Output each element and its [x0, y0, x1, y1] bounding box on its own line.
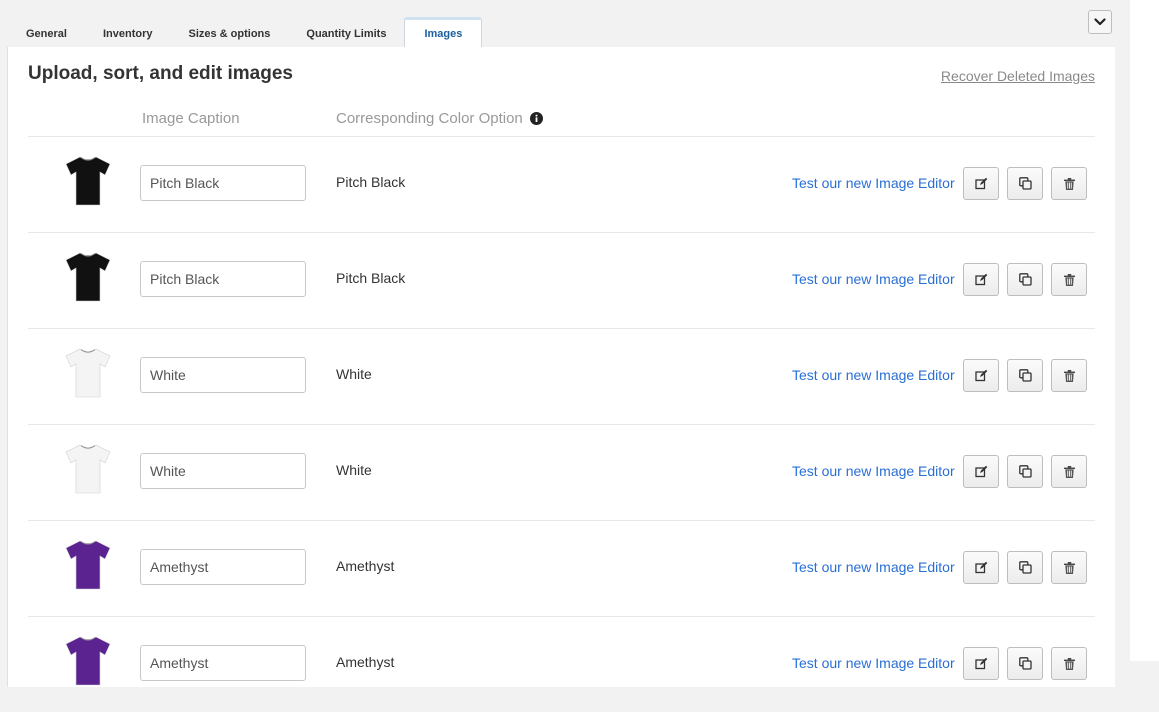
edit-image-button[interactable] — [963, 263, 999, 296]
image-caption-input[interactable] — [140, 165, 306, 201]
image-row: Pitch Black Test our new Image Editor — [28, 136, 1095, 232]
color-option-value: Amethyst — [336, 654, 395, 670]
duplicate-image-button[interactable] — [1007, 455, 1043, 488]
edit-icon — [974, 465, 987, 478]
edit-icon — [974, 657, 987, 670]
image-editor-link[interactable]: Test our new Image Editor — [792, 655, 955, 671]
image-editor-link[interactable]: Test our new Image Editor — [792, 271, 955, 287]
page-title: Upload, sort, and edit images — [28, 63, 293, 84]
color-option-value: White — [336, 366, 372, 382]
duplicate-image-button[interactable] — [1007, 263, 1043, 296]
tshirt-image[interactable] — [64, 441, 112, 497]
duplicate-image-button[interactable] — [1007, 167, 1043, 200]
tab-quantity-limits[interactable]: Quantity Limits — [288, 19, 404, 47]
image-caption-input[interactable] — [140, 645, 306, 681]
edit-image-button[interactable] — [963, 359, 999, 392]
edit-icon — [974, 273, 987, 286]
image-row: Amethyst Test our new Image Editor — [28, 520, 1095, 616]
collapse-button[interactable] — [1088, 10, 1112, 34]
edit-icon — [974, 177, 987, 190]
image-row: Amethyst Test our new Image Editor — [28, 616, 1095, 712]
trash-icon — [1063, 273, 1075, 286]
delete-image-button[interactable] — [1051, 551, 1087, 584]
tshirt-image[interactable] — [64, 537, 112, 593]
image-editor-link[interactable]: Test our new Image Editor — [792, 367, 955, 383]
trash-icon — [1063, 177, 1075, 190]
tab-images[interactable]: Images — [404, 17, 483, 48]
duplicate-image-button[interactable] — [1007, 551, 1043, 584]
duplicate-image-button[interactable] — [1007, 359, 1043, 392]
tab-inventory[interactable]: Inventory — [85, 19, 171, 47]
edit-image-button[interactable] — [963, 647, 999, 680]
images-panel: Upload, sort, and edit images Recover De… — [7, 47, 1115, 687]
color-option-value: White — [336, 462, 372, 478]
tshirt-image[interactable] — [64, 249, 112, 305]
image-editor-link[interactable]: Test our new Image Editor — [792, 175, 955, 191]
tab-bar: General Inventory Sizes & options Quanti… — [8, 15, 483, 48]
color-option-value: Pitch Black — [336, 270, 406, 286]
chevron-down-icon — [1094, 18, 1106, 26]
column-header-caption: Image Caption — [142, 110, 240, 127]
tab-sizes-options[interactable]: Sizes & options — [170, 19, 288, 47]
trash-icon — [1063, 465, 1075, 478]
image-editor-link[interactable]: Test our new Image Editor — [792, 559, 955, 575]
delete-image-button[interactable] — [1051, 647, 1087, 680]
column-header-color-option: Corresponding Color Option — [336, 110, 543, 127]
image-row: Pitch Black Test our new Image Editor — [28, 232, 1095, 328]
copy-icon — [1018, 177, 1032, 190]
info-icon[interactable] — [529, 112, 543, 125]
image-caption-input[interactable] — [140, 453, 306, 489]
scrollbar-track[interactable] — [1130, 0, 1159, 661]
image-caption-input[interactable] — [140, 357, 306, 393]
delete-image-button[interactable] — [1051, 359, 1087, 392]
tshirt-image[interactable] — [64, 345, 112, 401]
trash-icon — [1063, 657, 1075, 670]
edit-image-button[interactable] — [963, 551, 999, 584]
trash-icon — [1063, 369, 1075, 382]
image-caption-input[interactable] — [140, 549, 306, 585]
color-option-value: Pitch Black — [336, 174, 406, 190]
image-list: Pitch Black Test our new Image Editor — [28, 136, 1095, 712]
color-option-value: Amethyst — [336, 558, 395, 574]
edit-image-button[interactable] — [963, 167, 999, 200]
column-header-color-option-label: Corresponding Color Option — [336, 110, 523, 127]
delete-image-button[interactable] — [1051, 455, 1087, 488]
copy-icon — [1018, 369, 1032, 382]
delete-image-button[interactable] — [1051, 263, 1087, 296]
trash-icon — [1063, 561, 1075, 574]
tab-general[interactable]: General — [8, 19, 85, 47]
tshirt-image[interactable] — [64, 153, 112, 209]
copy-icon — [1018, 465, 1032, 478]
edit-image-button[interactable] — [963, 455, 999, 488]
image-row: White Test our new Image Editor — [28, 328, 1095, 424]
tshirt-image[interactable] — [64, 633, 112, 689]
copy-icon — [1018, 657, 1032, 670]
delete-image-button[interactable] — [1051, 167, 1087, 200]
duplicate-image-button[interactable] — [1007, 647, 1043, 680]
copy-icon — [1018, 561, 1032, 574]
image-row: White Test our new Image Editor — [28, 424, 1095, 520]
edit-icon — [974, 369, 987, 382]
recover-deleted-images-link[interactable]: Recover Deleted Images — [941, 68, 1095, 84]
image-editor-link[interactable]: Test our new Image Editor — [792, 463, 955, 479]
edit-icon — [974, 561, 987, 574]
image-caption-input[interactable] — [140, 261, 306, 297]
copy-icon — [1018, 273, 1032, 286]
